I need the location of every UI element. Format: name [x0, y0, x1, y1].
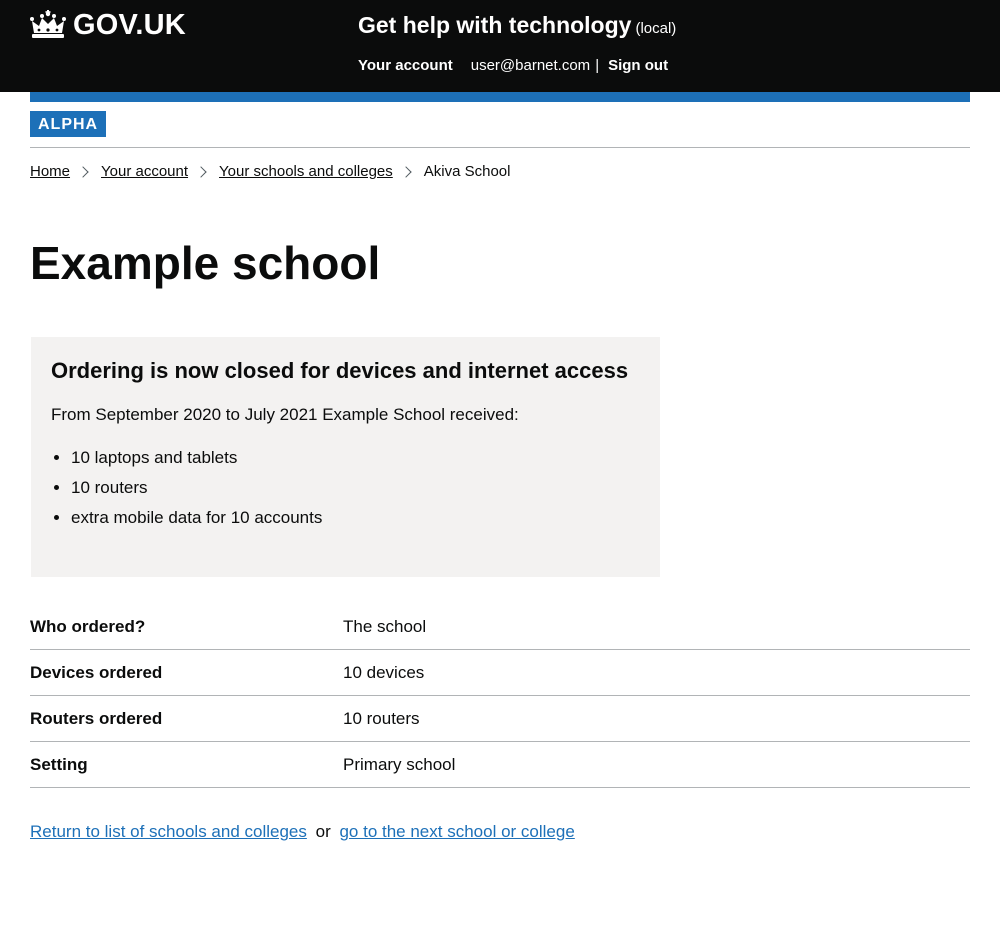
page-title: Example school: [30, 237, 381, 289]
summary-value: 10 routers: [343, 708, 420, 728]
service-name-link[interactable]: Get help with technology: [358, 12, 631, 38]
logo-text: GOV.UK: [73, 9, 186, 41]
return-to-list-link[interactable]: Return to list of schools and colleges: [30, 822, 307, 841]
header-navigation: Your account user@barnet.com | Sign out: [358, 56, 668, 76]
received-items-list: 10 laptops and tablets 10 routers extra …: [51, 446, 640, 530]
summary-key: Who ordered?: [30, 616, 146, 636]
header-blue-bar: [30, 92, 970, 102]
summary-row-who-ordered: Who ordered? The school: [30, 604, 970, 650]
breadcrumb: Home Your account Your schools and colle…: [30, 162, 510, 182]
chevron-right-icon: [77, 166, 89, 178]
breadcrumb-your-account[interactable]: Your account: [101, 162, 188, 182]
next-school-link[interactable]: go to the next school or college: [339, 822, 574, 841]
next-step-links: Return to list of schools and colleges o…: [30, 820, 575, 844]
phase-tag: ALPHA: [30, 111, 107, 137]
sign-out-link[interactable]: Sign out: [608, 56, 668, 76]
user-email: user@barnet.com: [470, 57, 591, 74]
nav-separator: |: [595, 57, 600, 74]
chevron-right-icon: [195, 166, 207, 178]
environment-label: (local): [635, 20, 677, 37]
list-item: 10 laptops and tablets: [71, 446, 640, 470]
govuk-logo-link[interactable]: GOV.UK: [30, 8, 186, 42]
chevron-right-icon: [400, 166, 412, 178]
summary-row-setting: Setting Primary school: [30, 742, 970, 788]
list-item: 10 routers: [71, 476, 640, 500]
your-account-link[interactable]: Your account: [358, 56, 453, 76]
summary-key: Setting: [30, 754, 88, 774]
summary-value: 10 devices: [343, 662, 425, 682]
breadcrumb-home[interactable]: Home: [30, 162, 70, 182]
crown-icon: [30, 10, 66, 38]
summary-row-devices-ordered: Devices ordered 10 devices: [30, 650, 970, 696]
breadcrumb-current: Akiva School: [423, 163, 511, 180]
service-title: Get help with technology (local): [358, 10, 676, 40]
list-item: extra mobile data for 10 accounts: [71, 506, 640, 530]
summary-key: Devices ordered: [30, 662, 163, 682]
summary-value: Primary school: [343, 754, 456, 774]
order-summary-list: Who ordered? The school Devices ordered …: [30, 604, 970, 788]
breadcrumb-schools-and-colleges[interactable]: Your schools and colleges: [219, 162, 393, 182]
site-header: GOV.UK Get help with technology (local) Y…: [0, 0, 1000, 92]
panel-intro: From September 2020 to July 2021 Example…: [51, 405, 519, 424]
or-text: or: [315, 822, 331, 841]
summary-value: The school: [343, 616, 427, 636]
phase-banner-divider: [30, 147, 970, 148]
summary-key: Routers ordered: [30, 708, 163, 728]
ordering-closed-panel: Ordering is now closed for devices and i…: [31, 337, 660, 577]
summary-row-routers-ordered: Routers ordered 10 routers: [30, 696, 970, 742]
panel-heading: Ordering is now closed for devices and i…: [51, 358, 629, 383]
